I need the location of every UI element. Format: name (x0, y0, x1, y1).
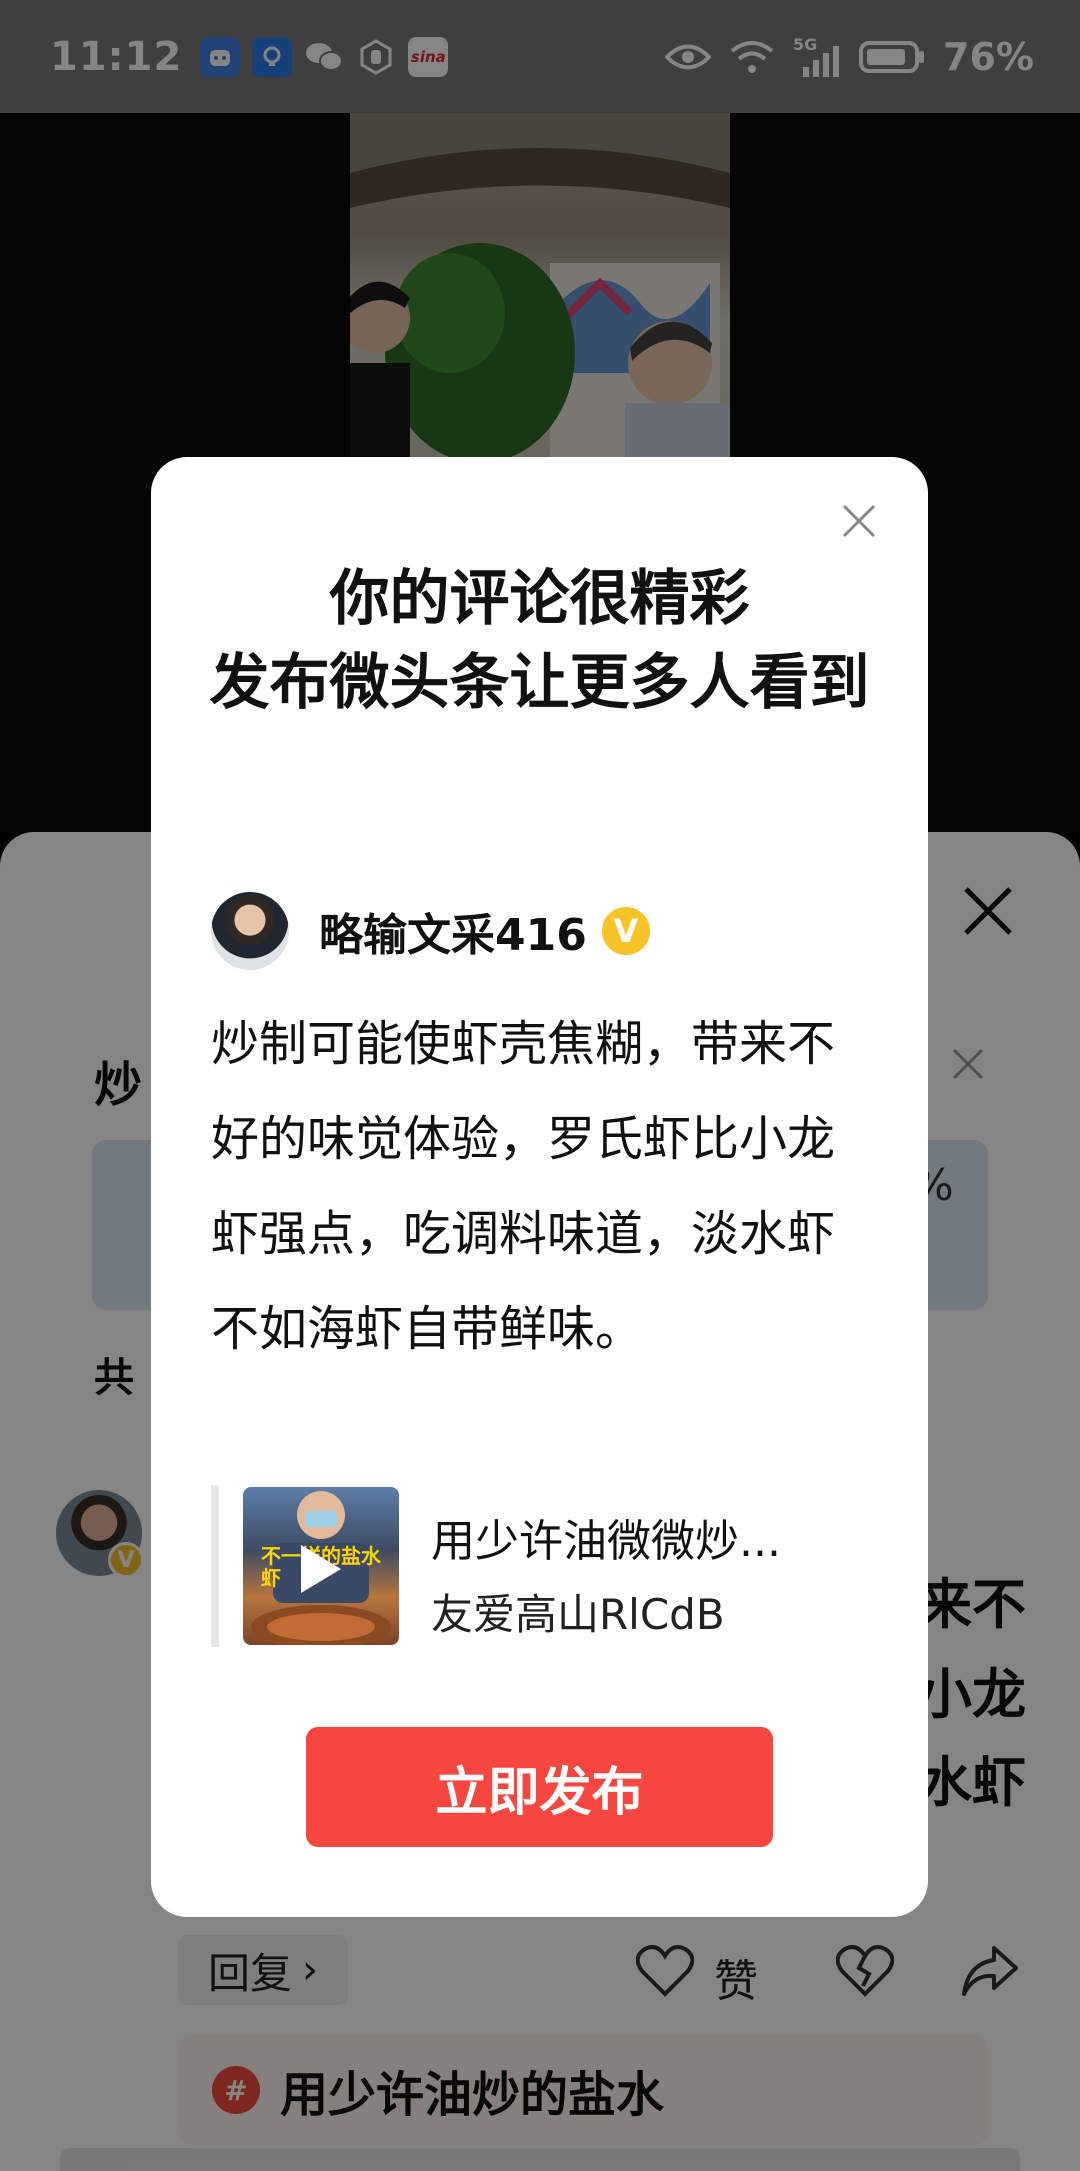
author-row: 略输文采416 V (211, 892, 653, 970)
quoted-author: 友爱高山RlCdB (431, 1590, 725, 1639)
video-thumbnail: 不一样的盐水虾 (243, 1487, 399, 1645)
quoted-title: 用少许油微微炒... (431, 1516, 781, 1567)
play-icon (301, 1545, 341, 1593)
quoted-post: 不一样的盐水虾 用少许油微微炒... 友爱高山RlCdB (211, 1485, 861, 1647)
close-icon[interactable] (841, 503, 877, 539)
verified-badge: V (598, 904, 653, 958)
dialog-title: 你的评论很精彩 发布微头条让更多人看到 (191, 557, 888, 725)
avatar (211, 892, 289, 970)
dialog-title-line: 你的评论很精彩 (329, 564, 750, 634)
dialog-title-line: 发布微头条让更多人看到 (209, 648, 870, 718)
publish-button[interactable]: 立即发布 (306, 1727, 773, 1847)
comment-text: 炒制可能使虾壳焦糊，带来不好的味觉体验，罗氏虾比小龙虾强点，吃调料味道，淡水虾不… (211, 1016, 836, 1357)
author-name: 略输文采416 (319, 910, 587, 961)
publish-prompt-dialog: 你的评论很精彩 发布微头条让更多人看到 略输文采416 V 炒制可能使虾壳焦糊，… (151, 457, 928, 1917)
